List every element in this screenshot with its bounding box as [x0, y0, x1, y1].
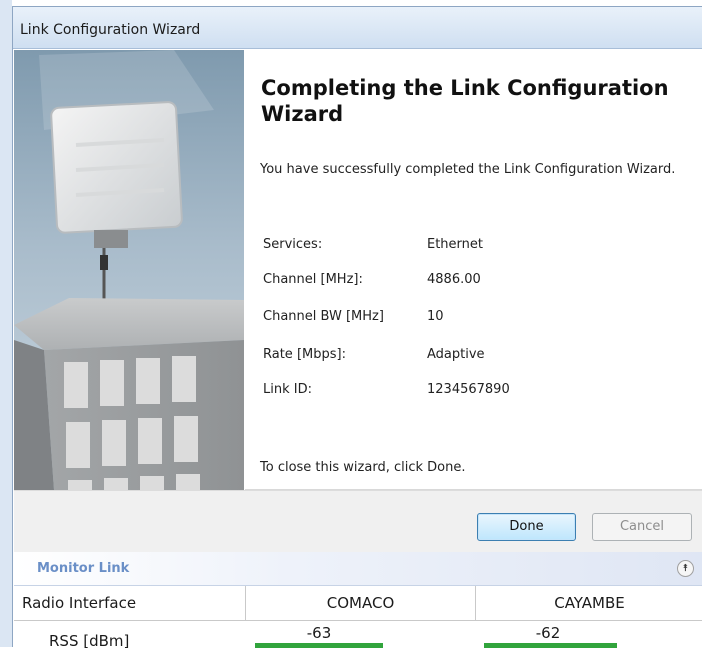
done-button[interactable]: Done — [477, 513, 576, 541]
summary-row-services: Services: Ethernet — [263, 237, 483, 252]
cancel-button[interactable]: Cancel — [592, 513, 692, 541]
summary-label: Channel BW [MHz] — [263, 309, 384, 324]
summary-value: Ethernet — [427, 237, 483, 252]
summary-label: Channel [MHz]: — [263, 272, 363, 287]
summary-value: 1234567890 — [427, 382, 510, 397]
close-instruction: To close this wizard, click Done. — [260, 460, 466, 475]
antenna-building-illustration — [14, 50, 244, 490]
rss-signal-bar-cayambe — [484, 643, 617, 648]
column-header-radio-interface: Radio Interface — [14, 586, 246, 621]
monitor-link-header: Monitor Link ⯭ — [14, 552, 702, 586]
monitor-link-table: Radio Interface COMACO CAYAMBE RSS [dBm]… — [14, 586, 702, 650]
completion-message: You have successfully completed the Link… — [260, 162, 676, 177]
summary-label: Services: — [263, 237, 323, 252]
summary-row-rate: Rate [Mbps]: Adaptive — [263, 347, 485, 362]
wizard-content: Completing the Link Configuration Wizard… — [245, 50, 702, 490]
column-header-cayambe: CAYAMBE — [476, 586, 702, 621]
summary-label: Rate [Mbps]: — [263, 347, 346, 362]
rss-label: RSS [dBm] — [49, 632, 130, 650]
rss-value-comaco: -63 — [306, 624, 332, 642]
summary-value: 10 — [427, 309, 444, 324]
rss-signal-bar-comaco — [255, 643, 383, 648]
double-chevron-up-icon[interactable]: ⯭ — [677, 560, 694, 577]
monitor-link-title: Monitor Link — [37, 561, 130, 576]
wizard-illustration — [14, 50, 244, 490]
column-header-comaco: COMACO — [246, 586, 476, 621]
rss-value-cayambe: -62 — [535, 624, 561, 642]
summary-row-link-id: Link ID: 1234567890 — [263, 382, 510, 397]
summary-row-channel-bw: Channel BW [MHz] 10 — [263, 309, 444, 324]
wizard-window: Link Configuration Wizard Completing the… — [12, 6, 702, 650]
button-bar: Done Cancel — [14, 490, 702, 553]
summary-label: Link ID: — [263, 382, 312, 397]
summary-row-channel: Channel [MHz]: 4886.00 — [263, 272, 481, 287]
title-bar[interactable]: Link Configuration Wizard — [13, 7, 702, 49]
summary-value: Adaptive — [427, 347, 485, 362]
summary-value: 4886.00 — [427, 272, 481, 287]
wizard-heading: Completing the Link Configuration Wizard — [261, 76, 669, 126]
desktop-edge — [0, 0, 12, 647]
window-title: Link Configuration Wizard — [20, 22, 201, 38]
